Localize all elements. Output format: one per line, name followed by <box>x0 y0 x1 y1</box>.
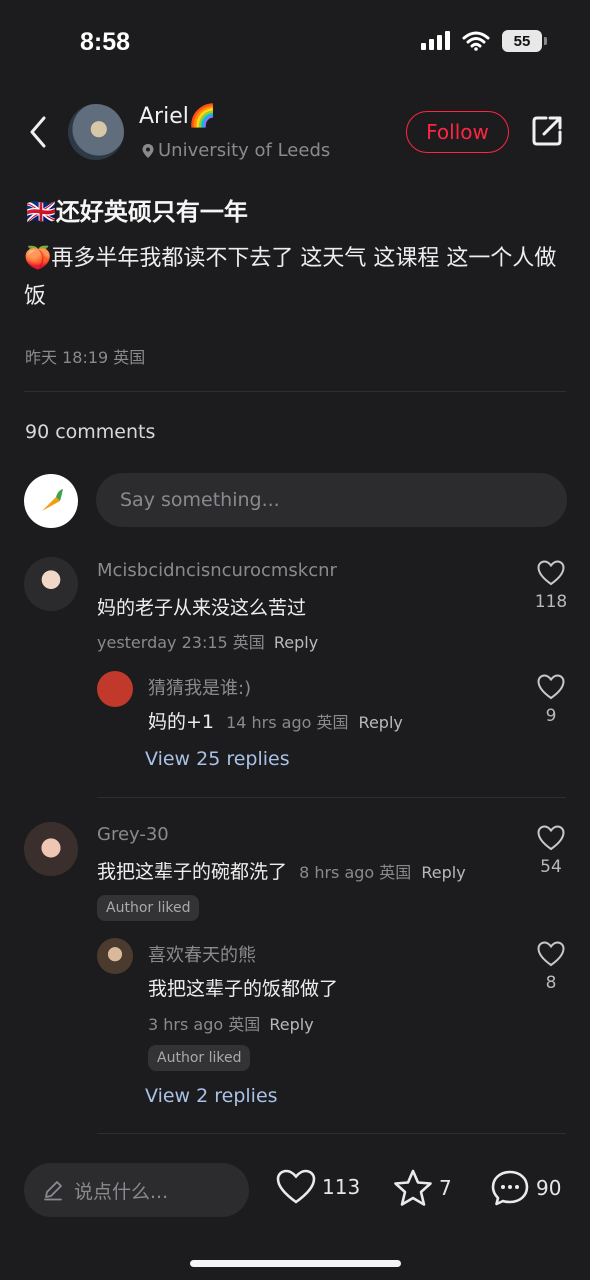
author-name[interactable]: Ariel🌈 <box>139 104 216 129</box>
replier-avatar[interactable] <box>97 671 133 707</box>
view-replies-link[interactable]: View 2 replies <box>145 1085 278 1107</box>
replier-name[interactable]: 猜猜我是谁:) <box>148 674 251 700</box>
reply-time: 3 hrs ago 英国 <box>148 1015 261 1034</box>
heart-icon[interactable] <box>537 674 565 700</box>
bottom-input-placeholder: 说点什么... <box>74 1180 169 1203</box>
reply-text: 妈的+1 14 hrs ago 英国 Reply <box>148 707 403 734</box>
heart-icon[interactable] <box>537 941 565 967</box>
comment-like[interactable]: 118 <box>531 560 571 612</box>
reply-link[interactable]: Reply <box>359 713 403 732</box>
commenter-name[interactable]: Mcisbcidncisncurocmskcnr <box>97 560 337 581</box>
share-icon[interactable] <box>530 114 564 148</box>
back-arrow-icon[interactable] <box>24 112 54 152</box>
reply-text[interactable]: 我把这辈子的饭都做了 <box>148 974 338 1001</box>
comment-time: yesterday 23:15 英国 <box>97 633 265 652</box>
my-avatar[interactable] <box>24 474 78 528</box>
wifi-icon <box>462 31 490 51</box>
status-icons: 55 <box>420 30 547 52</box>
reply-text-content[interactable]: 妈的+1 <box>148 711 214 733</box>
post-title: 🇬🇧还好英硕只有一年 <box>26 198 248 226</box>
post-meta: 昨天 18:19 英国 <box>25 348 146 367</box>
bottom-action-bar: 说点什么... 113 7 90 <box>0 1140 590 1240</box>
replier-avatar[interactable] <box>97 938 133 974</box>
reply-meta: 3 hrs ago 英国 Reply <box>148 1011 314 1035</box>
author-location-text: University of Leeds <box>158 140 331 161</box>
home-indicator[interactable] <box>190 1260 401 1267</box>
comment-bubble-icon[interactable] <box>490 1169 530 1207</box>
follow-button[interactable]: Follow <box>406 111 509 153</box>
reply-time: 14 hrs ago 英国 <box>226 713 349 732</box>
carrot-icon <box>42 489 63 511</box>
post-body: 🍑再多半年我都读不下去了 这天气 这课程 这一个人做饭 <box>24 246 557 309</box>
post-header: Ariel🌈 University of Leeds Follow <box>0 100 590 164</box>
reply-link[interactable]: Reply <box>421 863 465 882</box>
commenter-name[interactable]: Grey-30 <box>97 824 169 845</box>
pencil-icon <box>44 1181 62 1201</box>
like-count: 54 <box>540 857 562 877</box>
author-liked-badge: Author liked <box>148 1045 251 1071</box>
comment-input[interactable] <box>96 473 567 527</box>
like-button[interactable]: 113 <box>276 1169 360 1205</box>
star-icon[interactable] <box>393 1169 433 1207</box>
author-location: University of Leeds <box>141 140 330 161</box>
status-time: 8:58 <box>80 28 131 56</box>
bottom-comment-input[interactable]: 说点什么... <box>24 1163 249 1217</box>
replier-name[interactable]: 喜欢春天的熊 <box>148 941 256 967</box>
reply-link[interactable]: Reply <box>269 1015 313 1034</box>
comment-like[interactable]: 54 <box>531 825 571 877</box>
comment-total: 90 <box>536 1176 562 1200</box>
comment-text[interactable]: 妈的老子从来没这么苦过 <box>97 593 306 620</box>
heart-icon[interactable] <box>537 825 565 851</box>
comment-text: 我把这辈子的碗都洗了 8 hrs ago 英国 Reply <box>97 857 466 884</box>
heart-icon[interactable] <box>537 560 565 586</box>
author-liked-badge: Author liked <box>97 895 200 921</box>
reply-like[interactable]: 9 <box>531 674 571 726</box>
like-total: 113 <box>322 1175 361 1199</box>
comment-button[interactable]: 90 <box>490 1169 561 1207</box>
collect-button[interactable]: 7 <box>393 1169 452 1207</box>
comment-time: 8 hrs ago 英国 <box>299 863 412 882</box>
commenter-avatar[interactable] <box>24 822 78 876</box>
battery-indicator: 55 <box>502 30 547 52</box>
comment-meta: yesterday 23:15 英国 Reply <box>97 629 318 653</box>
location-pin-icon <box>142 143 154 158</box>
status-bar: 8:58 55 <box>0 0 590 90</box>
like-count: 8 <box>545 973 557 993</box>
reply-link[interactable]: Reply <box>274 633 318 652</box>
comment-text-content[interactable]: 我把这辈子的碗都洗了 <box>97 861 287 883</box>
heart-icon[interactable] <box>276 1169 316 1205</box>
divider <box>97 1133 566 1134</box>
cellular-signal-icon <box>421 31 450 50</box>
view-replies-link[interactable]: View 25 replies <box>145 748 290 770</box>
like-count: 118 <box>534 592 568 612</box>
divider <box>24 391 566 392</box>
star-total: 7 <box>439 1176 452 1200</box>
comments-count: 90 comments <box>25 421 156 443</box>
like-count: 9 <box>545 706 557 726</box>
reply-like[interactable]: 8 <box>531 941 571 993</box>
commenter-avatar[interactable] <box>24 557 78 611</box>
divider <box>97 797 566 798</box>
author-avatar[interactable] <box>68 104 124 160</box>
